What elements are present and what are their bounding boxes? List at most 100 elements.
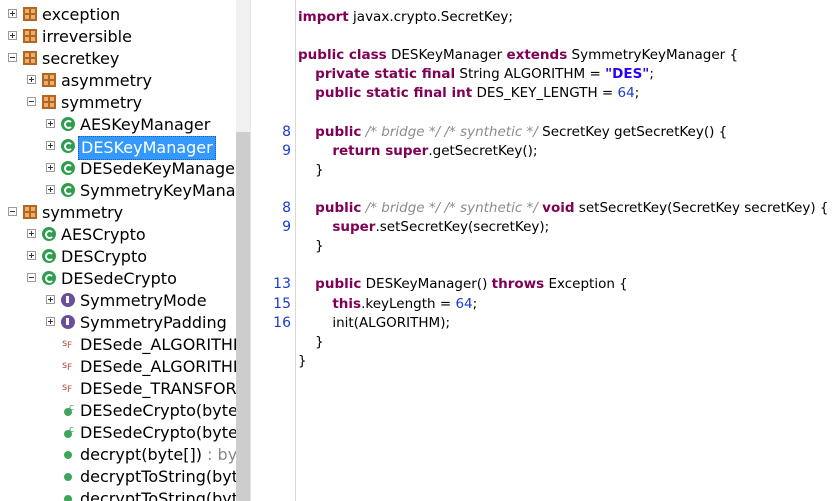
code-token: return super [332,142,429,159]
class-icon [42,227,56,241]
code-token: extends [506,47,568,64]
static-final-field-icon [61,355,75,379]
code-token: ; [472,295,478,312]
expand-icon[interactable] [8,9,17,18]
tree-node[interactable]: SymmetryKeyManag [0,180,238,202]
tree-node[interactable]: SymmetryMode [0,290,238,312]
expand-icon[interactable] [27,75,36,84]
tree-node-label: DESede_ALGORITHM [80,357,238,376]
constructor-icon [61,397,75,419]
tree-node[interactable]: DESKeyManager [0,136,238,160]
code-token: javax.crypto.SecretKey; [348,9,513,25]
enum-icon [61,293,75,307]
class-icon [61,139,75,153]
code-token: public [315,200,362,216]
tree-node-label: SymmetryMode [80,291,207,310]
package-icon [42,73,56,87]
expand-icon[interactable] [46,119,55,128]
constructor-icon [61,419,75,441]
tree-node[interactable]: secretkey [0,48,238,70]
package-icon [23,7,37,21]
tree-node[interactable]: decrypt(byte[]) : byte [0,444,238,466]
package-icon [23,29,37,43]
collapse-icon[interactable] [8,53,17,62]
tree-node[interactable]: DESede_TRANSFORM [0,377,238,401]
tree-node[interactable]: symmetry [0,92,238,114]
abstract-class-icon [61,183,75,197]
tree-node[interactable]: DESedeCrypto [0,268,238,290]
tree-node[interactable]: DESedeKeyManager [0,158,238,180]
tree-node[interactable]: DESedeCrypto(byte[] [0,397,238,422]
code-line: init(ALGORITHM); [298,315,450,331]
tree-scrollbar-thumb[interactable] [236,132,250,501]
code-token: public [315,123,362,140]
tree-node[interactable]: exception [0,4,238,26]
tree-node[interactable]: symmetry [0,202,238,224]
class-icon [61,117,75,131]
code-line: public class DESKeyManager extends Symme… [298,47,738,63]
static-final-field-icon [61,377,75,401]
package-explorer-tree: exception irreversible secretkey asymmetry s… [0,0,238,501]
expand-icon[interactable] [46,185,55,194]
tree-node-label: DESedeCrypto(byte[] [80,423,238,442]
tree-node[interactable]: irreversible [0,26,238,48]
tree-node[interactable]: AESCrypto [0,224,238,246]
line-number: 9 [282,219,291,236]
method-icon [61,491,75,501]
collapse-icon[interactable] [27,97,36,106]
tree-node[interactable]: asymmetry [0,70,238,92]
code-line: import javax.crypto.SecretKey; [298,9,513,25]
code-token: ; [634,85,640,102]
collapse-icon[interactable] [8,207,17,216]
tree-node[interactable]: decryptToString(byte [0,488,238,501]
code-line: return super.getSecretKey(); [298,142,538,159]
tree-node-label: DESCrypto [61,247,148,266]
tree-node-label: symmetry [61,93,143,112]
tree-node[interactable]: DESCrypto [0,246,238,268]
tree-node-label: SymmetryPadding [80,313,227,332]
return-type-hint: : byte [207,445,238,464]
tree-node[interactable]: DESede_ALGORITHM [0,333,238,357]
code-token: .getSecretKey(); [428,142,538,159]
code-token: } [298,352,307,369]
code-token: throws [491,276,545,293]
line-number: 8 [282,123,291,140]
expand-icon[interactable] [46,141,55,150]
code-line: private static final String ALGORITHM = … [298,66,654,82]
expand-icon[interactable] [27,251,36,260]
code-token: } [298,161,324,178]
expand-icon[interactable] [46,163,55,172]
code-token: Exception { [544,276,628,293]
code-line: } [298,162,324,178]
expand-icon[interactable] [46,295,55,304]
tree-node[interactable]: DESedeCrypto(byte[] [0,419,238,444]
tree-node[interactable]: decryptToString(byte [0,466,238,488]
line-number: 13 [273,276,291,293]
expand-icon[interactable] [8,31,17,40]
line-number: 8 [282,200,291,216]
expand-icon[interactable] [46,317,55,326]
code-editor[interactable]: import javax.crypto.SecretKey; public cla… [296,0,832,501]
code-line: this.keyLength = 64; [298,296,477,312]
tree-node[interactable]: AESKeyManager [0,114,238,136]
code-token: setSecretKey(SecretKey secretKey) { [574,200,829,216]
collapse-icon[interactable] [27,273,36,282]
code-token: 64 [455,295,473,312]
code-token: .setSecretKey(secretKey); [375,219,550,236]
method-icon [61,469,75,483]
code-token: init(ALGORITHM); [298,314,451,331]
expand-icon[interactable] [27,229,36,238]
tree-node-label: DESedeCrypto [61,269,177,288]
tree-node[interactable]: DESede_ALGORITHM [0,355,238,379]
package-icon [42,95,56,109]
tree-node-label: symmetry [42,203,124,222]
code-token: public class [298,47,387,64]
tree-node[interactable]: SymmetryPadding [0,312,238,334]
code-token: public [315,276,362,293]
package-icon [23,51,37,65]
